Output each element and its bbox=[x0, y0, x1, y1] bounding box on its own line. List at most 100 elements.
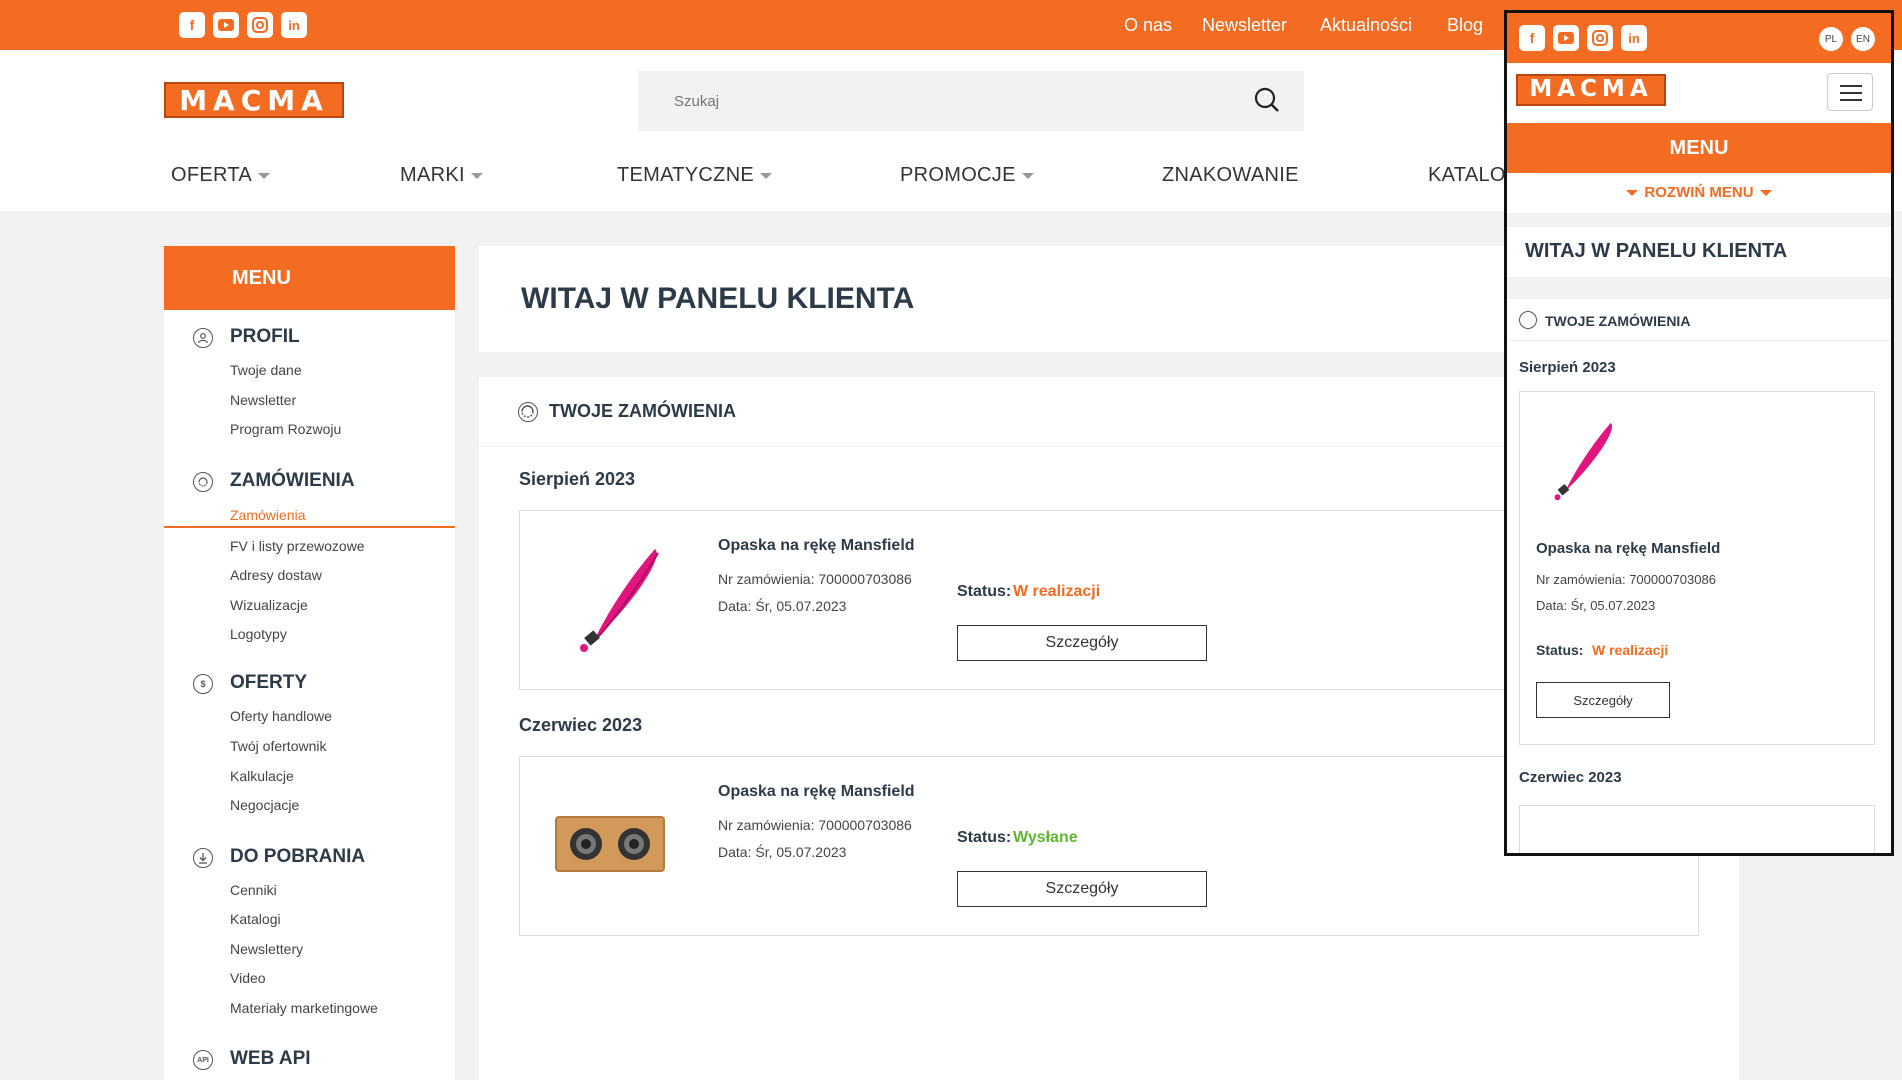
chevron-down-icon bbox=[470, 172, 483, 179]
instagram-icon[interactable] bbox=[247, 12, 273, 38]
nav-marki[interactable]: MARKI bbox=[400, 164, 483, 187]
product-image[interactable] bbox=[1532, 414, 1622, 504]
logo-text: MACMA bbox=[1529, 76, 1653, 102]
search-icon[interactable] bbox=[1254, 87, 1280, 118]
sidebar-section-title[interactable]: DO POBRANIA bbox=[230, 846, 365, 868]
order-card: Opaska na rękę Mansfield Nr zamówienia: … bbox=[1519, 391, 1875, 745]
sidebar-item-program-rozwoju[interactable]: Program Rozwoju bbox=[230, 421, 341, 437]
details-button[interactable]: Szczegóły bbox=[957, 625, 1207, 661]
chevron-down-icon bbox=[760, 172, 773, 179]
nav-promocje-label: PROMOCJE bbox=[900, 164, 1016, 186]
sidebar-section-title[interactable]: OFERTY bbox=[230, 672, 307, 694]
sidebar-item-adresy[interactable]: Adresy dostaw bbox=[230, 567, 322, 583]
mobile-top-bar: f in PL EN bbox=[1507, 13, 1891, 63]
sidebar-item-katalogi[interactable]: Katalogi bbox=[230, 911, 281, 927]
orders-icon bbox=[193, 472, 213, 492]
product-image[interactable] bbox=[550, 783, 670, 903]
status-badge: W realizacji bbox=[1013, 583, 1101, 600]
order-date: Data: Śr, 05.07.2023 bbox=[1536, 598, 1656, 613]
facebook-icon[interactable]: f bbox=[1519, 25, 1545, 51]
download-icon bbox=[193, 848, 213, 868]
sidebar-section-title[interactable]: WEB API bbox=[230, 1048, 311, 1070]
month-heading: Czerwiec 2023 bbox=[519, 715, 643, 735]
mobile-preview: f in PL EN MACMA MENU ROZWIŃ MENU WITAJ … bbox=[1504, 10, 1894, 856]
youtube-icon[interactable] bbox=[213, 12, 239, 38]
sidebar-item-oferty-handlowe[interactable]: Oferty handlowe bbox=[230, 708, 332, 724]
month-heading: Sierpień 2023 bbox=[519, 469, 636, 489]
hamburger-button[interactable] bbox=[1827, 73, 1873, 111]
sidebar-item-cenniki[interactable]: Cenniki bbox=[230, 882, 277, 898]
linkedin-icon[interactable]: in bbox=[1621, 25, 1647, 51]
user-icon bbox=[193, 328, 213, 348]
offers-icon: $ bbox=[193, 674, 213, 694]
sidebar-item-newsletter[interactable]: Newsletter bbox=[230, 392, 296, 408]
mobile-menu-header[interactable]: MENU bbox=[1507, 123, 1891, 173]
month-heading: Sierpień 2023 bbox=[1519, 359, 1616, 376]
search-input[interactable] bbox=[658, 71, 1218, 131]
chevron-down-icon bbox=[1021, 172, 1034, 179]
sidebar-item-twoje-dane[interactable]: Twoje dane bbox=[230, 362, 302, 378]
product-name[interactable]: Opaska na rękę Mansfield bbox=[718, 537, 915, 555]
top-link-aktualnosci[interactable]: Aktualności bbox=[1320, 15, 1412, 36]
sidebar-item-kalkulacje[interactable]: Kalkulacje bbox=[230, 768, 294, 784]
lang-pl[interactable]: PL bbox=[1819, 27, 1843, 51]
order-number: Nr zamówienia: 700000703086 bbox=[1536, 572, 1716, 587]
expand-menu-label: ROZWIŃ MENU bbox=[1644, 184, 1754, 201]
linkedin-icon[interactable]: in bbox=[281, 12, 307, 38]
chevron-down-icon bbox=[1759, 190, 1772, 197]
order-date: Data: Śr, 05.07.2023 bbox=[718, 844, 847, 860]
sidebar-item-zamowienia[interactable]: Zamówienia bbox=[230, 507, 305, 523]
top-link-o-nas[interactable]: O nas bbox=[1124, 15, 1172, 36]
status-badge: W realizacji bbox=[1592, 642, 1669, 658]
month-heading: Czerwiec 2023 bbox=[1519, 769, 1622, 786]
sidebar-item-materialy[interactable]: Materiały marketingowe bbox=[230, 1000, 378, 1016]
order-number: Nr zamówienia: 700000703086 bbox=[718, 571, 912, 587]
sidebar-section-title[interactable]: ZAMÓWIENIA bbox=[230, 470, 355, 492]
orders-icon bbox=[1519, 311, 1537, 329]
top-link-newsletter[interactable]: Newsletter bbox=[1202, 15, 1287, 36]
status-label: Status: bbox=[957, 583, 1012, 600]
sidebar-section-title[interactable]: PROFIL bbox=[230, 326, 300, 348]
lang-en[interactable]: EN bbox=[1851, 27, 1875, 51]
active-underline bbox=[164, 526, 455, 528]
product-image[interactable] bbox=[550, 537, 670, 657]
nav-tematyczne-label: TEMATYCZNE bbox=[617, 164, 755, 186]
mobile-orders-panel: TWOJE ZAMÓWIENIA Sierpień 2023 Opaska na… bbox=[1507, 299, 1891, 853]
sidebar: MENU PROFIL Twoje dane Newsletter Progra… bbox=[164, 246, 455, 1080]
nav-promocje[interactable]: PROMOCJE bbox=[900, 164, 1034, 187]
sidebar-item-video[interactable]: Video bbox=[230, 970, 266, 986]
nav-znakowanie-label: ZNAKOWANIE bbox=[1162, 164, 1299, 186]
details-button[interactable]: Szczegóły bbox=[957, 871, 1207, 907]
nav-znakowanie[interactable]: ZNAKOWANIE bbox=[1162, 164, 1299, 187]
logo[interactable]: MACMA bbox=[164, 80, 344, 120]
details-button[interactable]: Szczegóły bbox=[1536, 682, 1670, 718]
mobile-header: MACMA bbox=[1507, 63, 1891, 123]
sidebar-item-negocjacje[interactable]: Negocjacje bbox=[230, 797, 299, 813]
sidebar-item-newslettery[interactable]: Newslettery bbox=[230, 941, 303, 957]
status-label: Status: bbox=[957, 829, 1012, 846]
product-name[interactable]: Opaska na rękę Mansfield bbox=[718, 783, 915, 801]
hamburger-icon bbox=[1840, 85, 1862, 101]
chevron-down-icon bbox=[1626, 190, 1639, 197]
order-card bbox=[1519, 805, 1875, 853]
sidebar-item-fv[interactable]: FV i listy przewozowe bbox=[230, 538, 365, 554]
orders-title: TWOJE ZAMÓWIENIA bbox=[549, 401, 736, 421]
status-label: Status: bbox=[1536, 642, 1584, 658]
facebook-icon[interactable]: f bbox=[179, 12, 205, 38]
product-name[interactable]: Opaska na rękę Mansfield bbox=[1536, 540, 1720, 557]
top-link-blog[interactable]: Blog bbox=[1447, 15, 1483, 36]
sidebar-item-logotypy[interactable]: Logotypy bbox=[230, 626, 287, 642]
instagram-icon[interactable] bbox=[1587, 25, 1613, 51]
nav-oferta[interactable]: OFERTA bbox=[171, 164, 271, 187]
sidebar-item-wizualizacje[interactable]: Wizualizacje bbox=[230, 597, 308, 613]
youtube-icon[interactable] bbox=[1553, 25, 1579, 51]
nav-tematyczne[interactable]: TEMATYCZNE bbox=[617, 164, 773, 187]
status-badge: Wysłane bbox=[1013, 829, 1078, 846]
expand-menu-button[interactable]: ROZWIŃ MENU bbox=[1507, 173, 1891, 213]
order-date: Data: Śr, 05.07.2023 bbox=[718, 598, 847, 614]
mobile-orders-title: TWOJE ZAMÓWIENIA bbox=[1545, 313, 1691, 329]
order-number: Nr zamówienia: 700000703086 bbox=[718, 817, 912, 833]
sidebar-item-ofertownik[interactable]: Twój ofertownik bbox=[230, 738, 326, 754]
logo[interactable]: MACMA bbox=[1516, 73, 1666, 107]
chevron-down-icon bbox=[258, 172, 271, 179]
